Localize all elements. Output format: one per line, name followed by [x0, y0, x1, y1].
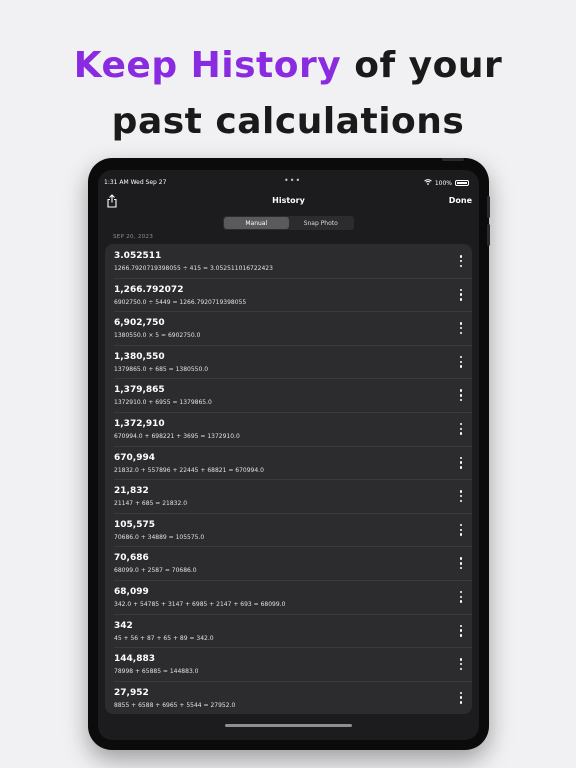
history-row[interactable]: 670,994 21832.0 + 557896 + 22445 + 68821…	[105, 445, 472, 480]
history-result: 342	[114, 620, 133, 631]
nav-title: History	[272, 196, 305, 205]
history-expression: 1379865.0 + 685 = 1380550.0	[114, 365, 209, 373]
status-right: 100%	[424, 179, 469, 187]
mode-segmented-control: Manual Snap Photo	[223, 216, 354, 230]
history-result: 1,266.792072	[114, 284, 184, 295]
history-expression: 8855 + 6588 + 6965 + 5544 = 27952.0	[114, 701, 236, 709]
more-options-icon[interactable]	[457, 288, 465, 301]
history-row[interactable]: 27,952 8855 + 6588 + 6965 + 5544 = 27952…	[105, 680, 472, 714]
history-result: 1,372,910	[114, 418, 165, 429]
history-result: 3.052511	[114, 251, 162, 261]
more-options-icon[interactable]	[457, 456, 465, 469]
device-volume-up	[487, 196, 490, 218]
history-result: 68,099	[114, 586, 149, 597]
history-expression: 670994.0 + 698221 + 3695 = 1372910.0	[114, 432, 240, 440]
more-options-icon[interactable]	[457, 255, 465, 267]
wifi-icon	[424, 179, 432, 187]
headline-line-1-rest: of your	[341, 45, 503, 86]
history-expression: 6902750.0 ÷ 5449 = 1266.7920719398055	[114, 298, 247, 306]
history-row[interactable]: 6,902,750 1380550.0 × 5 = 6902750.0	[105, 311, 472, 345]
history-result: 105,575	[114, 519, 155, 530]
history-result: 21,832	[114, 486, 149, 497]
status-bar: 1:31 AM Wed Sep 27 ••• 100%	[98, 170, 479, 194]
history-result: 70,686	[114, 553, 149, 564]
battery-percent: 100%	[434, 179, 452, 187]
status-time: 1:31 AM Wed Sep 27	[104, 179, 167, 186]
headline-accent: Keep History	[73, 45, 342, 86]
more-options-icon[interactable]	[457, 355, 465, 368]
history-expression: 1372910.0 + 6955 = 1379865.0	[114, 399, 212, 407]
app-screen: 1:31 AM Wed Sep 27 ••• 100% History Done…	[98, 170, 479, 740]
history-expression: 21147 + 685 = 21832.0	[114, 500, 188, 508]
history-row[interactable]: 21,832 21147 + 685 = 21832.0	[105, 479, 472, 513]
more-options-icon[interactable]	[457, 691, 465, 704]
history-list: 3.052511 1266.7920719398055 ÷ 415 = 3.05…	[105, 244, 472, 714]
device-top-button	[442, 158, 464, 161]
multitasking-dots-icon[interactable]: •••	[284, 176, 301, 185]
history-row[interactable]: 70,686 68099.0 + 2587 = 70686.0	[105, 546, 472, 580]
history-row[interactable]: 342 45 + 56 + 87 + 65 + 89 = 342.0	[105, 613, 472, 648]
history-row[interactable]: 3.052511 1266.7920719398055 ÷ 415 = 3.05…	[105, 244, 472, 278]
history-expression: 45 + 56 + 87 + 65 + 89 = 342.0	[114, 634, 214, 642]
history-row[interactable]: 1,380,550 1379865.0 + 685 = 1380550.0	[105, 344, 472, 379]
date-section-header: SEP 20, 2023	[113, 234, 154, 240]
history-expression: 78998 + 65885 = 144883.0	[114, 668, 199, 676]
history-expression: 1266.7920719398055 ÷ 415 = 3.05251101672…	[114, 265, 273, 272]
more-options-icon[interactable]	[457, 490, 465, 503]
headline-line-2: past calculations	[111, 101, 465, 142]
history-result: 1,380,550	[114, 351, 165, 362]
history-result: 27,952	[114, 687, 149, 698]
history-result: 144,883	[114, 654, 155, 665]
history-row[interactable]: 144,883 78998 + 65885 = 144883.0	[105, 647, 472, 681]
more-options-icon[interactable]	[457, 322, 465, 335]
history-result: 670,994	[114, 452, 155, 463]
history-row[interactable]: 105,575 70686.0 + 34889 = 105575.0	[105, 512, 472, 547]
history-expression: 342.0 + 54785 + 3147 + 6985 + 2147 + 693…	[114, 600, 286, 608]
more-options-icon[interactable]	[457, 590, 465, 603]
more-options-icon[interactable]	[457, 658, 465, 671]
segment-manual[interactable]: Manual	[224, 217, 289, 229]
segment-snap-photo[interactable]: Snap Photo	[289, 217, 354, 229]
history-row[interactable]: 68,099 342.0 + 54785 + 3147 + 6985 + 214…	[105, 579, 472, 614]
device-volume-down	[487, 224, 490, 246]
history-row[interactable]: 1,379,865 1372910.0 + 6955 = 1379865.0	[105, 378, 472, 412]
more-options-icon[interactable]	[457, 523, 465, 536]
history-result: 6,902,750	[114, 318, 165, 329]
more-options-icon[interactable]	[457, 389, 465, 402]
history-expression: 1380550.0 × 5 = 6902750.0	[114, 332, 201, 340]
history-result: 1,379,865	[114, 385, 165, 396]
more-options-icon[interactable]	[457, 422, 465, 435]
headline-line-1: Keep History of your	[0, 38, 576, 94]
history-row[interactable]: 1,372,910 670994.0 + 698221 + 3695 = 137…	[105, 411, 472, 446]
history-expression: 68099.0 + 2587 = 70686.0	[114, 567, 197, 575]
history-row[interactable]: 1,266.792072 6902750.0 ÷ 5449 = 1266.792…	[105, 277, 472, 312]
battery-icon	[455, 180, 469, 186]
home-indicator[interactable]	[225, 724, 352, 727]
history-expression: 21832.0 + 557896 + 22445 + 68821 = 67099…	[114, 466, 264, 474]
done-button[interactable]: Done	[449, 196, 472, 205]
history-expression: 70686.0 + 34889 = 105575.0	[114, 533, 205, 541]
more-options-icon[interactable]	[457, 624, 465, 637]
marketing-headline: Keep History of your past calculations	[0, 38, 576, 150]
more-options-icon[interactable]	[457, 557, 465, 570]
